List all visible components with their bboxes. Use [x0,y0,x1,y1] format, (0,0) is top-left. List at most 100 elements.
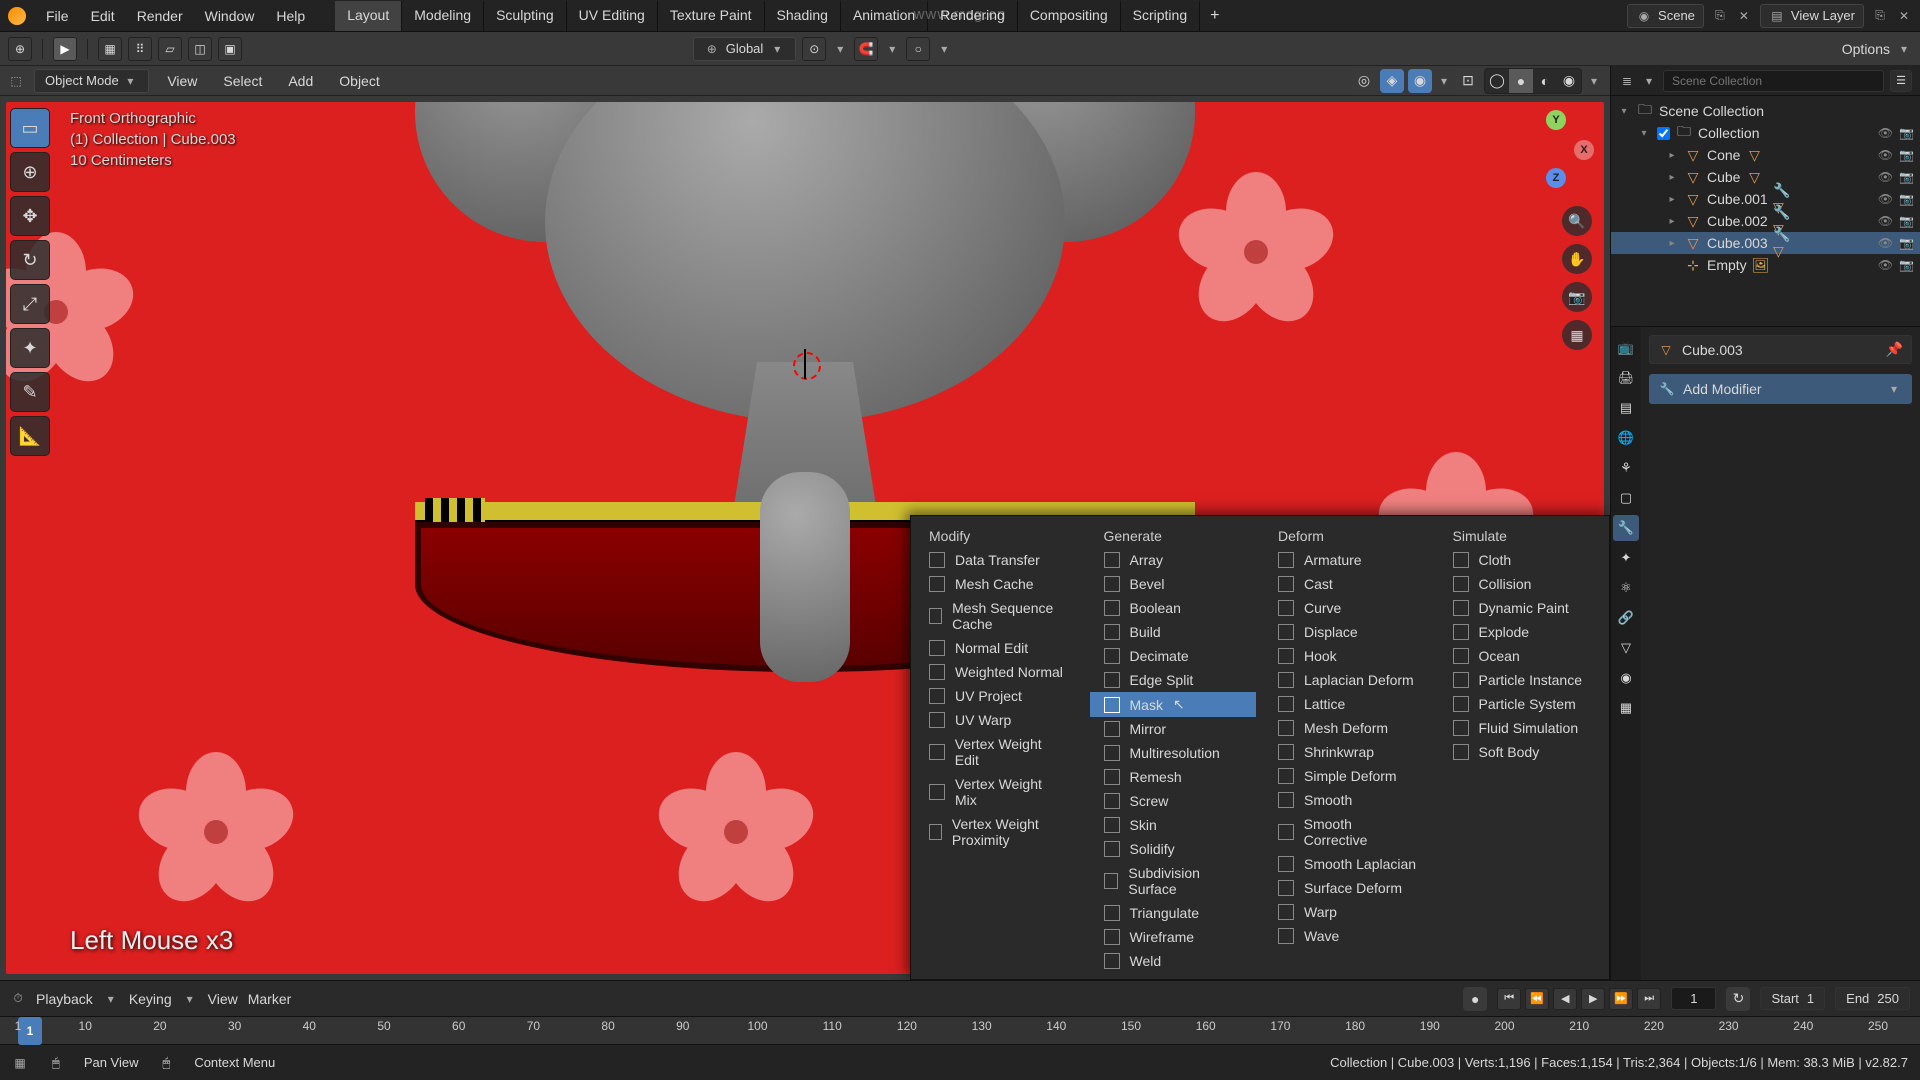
mod-remesh[interactable]: Remesh [1090,765,1257,789]
mod-dynamic-paint[interactable]: Dynamic Paint [1439,596,1606,620]
mod-particle-instance[interactable]: Particle Instance [1439,668,1606,692]
snap-edge-icon[interactable]: ▱ [158,37,182,61]
mod-collision[interactable]: Collision [1439,572,1606,596]
ptab-particles[interactable]: ✦ [1613,545,1639,571]
menu-render[interactable]: Render [127,2,193,30]
tl-marker[interactable]: Marker [248,991,292,1007]
zoom-icon[interactable]: 🔍 [1562,206,1592,236]
mod-triangulate[interactable]: Triangulate [1090,901,1257,925]
mod-wave[interactable]: Wave [1264,924,1431,948]
mod-smooth-corrective[interactable]: Smooth Corrective [1264,812,1431,852]
mod-normal-edit[interactable]: Normal Edit [915,636,1082,660]
tool-scale[interactable]: ⤢ [10,284,50,324]
mod-displace[interactable]: Displace [1264,620,1431,644]
current-frame-field[interactable]: 1 [1671,987,1716,1010]
snap-toggle-icon[interactable]: 🧲 [854,37,878,61]
pan-icon[interactable]: ✋ [1562,244,1592,274]
end-frame-field[interactable]: End250 [1835,987,1910,1010]
ptab-physics[interactable]: ⚛ [1613,575,1639,601]
prev-key-icon[interactable]: ⏪ [1525,988,1549,1010]
options-label[interactable]: Options [1842,41,1890,57]
outliner-scene-coll[interactable]: ▾🗀Scene Collection [1611,100,1920,122]
menu-edit[interactable]: Edit [81,2,125,30]
snap-face-icon[interactable]: ◫ [188,37,212,61]
mod-cast[interactable]: Cast [1264,572,1431,596]
delete-layer-icon[interactable]: ✕ [1896,8,1912,24]
mod-particle-system[interactable]: Particle System [1439,692,1606,716]
mod-explode[interactable]: Explode [1439,620,1606,644]
eye-icon[interactable]: 👁 [1878,148,1893,162]
tl-view[interactable]: View [208,991,238,1007]
outliner-item-cone[interactable]: ▸▽Cone▽👁📷 [1611,144,1920,166]
overlay-toggle-icon[interactable]: ◉ [1408,69,1432,93]
mod-uv-warp[interactable]: UV Warp [915,708,1082,732]
mod-mask[interactable]: Mask↖ [1090,692,1257,717]
mod-skin[interactable]: Skin [1090,813,1257,837]
tab-shading[interactable]: Shading [765,1,841,31]
tool-annotate[interactable]: ✎ [10,372,50,412]
selectability-icon[interactable]: ◎ [1352,69,1376,93]
snap-vertex-icon[interactable]: ⠿ [128,37,152,61]
jump-end-icon[interactable]: ⏭ [1637,988,1661,1010]
mode-selector[interactable]: Object Mode ▾ [34,69,149,93]
mod-ocean[interactable]: Ocean [1439,644,1606,668]
3d-viewport[interactable]: Front Orthographic (1) Collection | Cube… [0,96,1610,980]
mod-armature[interactable]: Armature [1264,548,1431,572]
rendered-icon[interactable]: ◉ [1557,69,1581,93]
tool-transform[interactable]: ✦ [10,328,50,368]
hdr-add[interactable]: Add [280,69,321,93]
scene-selector[interactable]: ◉Scene [1627,4,1704,28]
gizmo-toggle-icon[interactable]: ◈ [1380,69,1404,93]
render-icon[interactable]: 📷 [1899,148,1914,162]
mod-vweight-mix[interactable]: Vertex Weight Mix [915,772,1082,812]
mod-weighted-normal[interactable]: Weighted Normal [915,660,1082,684]
mod-fluid-sim[interactable]: Fluid Simulation [1439,716,1606,740]
object-name[interactable]: Cube.003 [1682,342,1743,358]
mod-smooth[interactable]: Smooth [1264,788,1431,812]
tab-scripting[interactable]: Scripting [1121,1,1200,31]
material-icon[interactable]: ◐ [1533,69,1557,93]
mod-solidify[interactable]: Solidify [1090,837,1257,861]
tab-modeling[interactable]: Modeling [402,1,484,31]
pin-icon[interactable]: 📌 [1886,341,1903,358]
jump-start-icon[interactable]: ⏮ [1497,988,1521,1010]
tl-keying[interactable]: Keying [129,991,172,1007]
ptab-material[interactable]: ◉ [1613,665,1639,691]
mod-boolean[interactable]: Boolean [1090,596,1257,620]
add-workspace-button[interactable]: + [1200,1,1229,31]
mod-data-transfer[interactable]: Data Transfer [915,548,1082,572]
outliner-search[interactable] [1663,70,1884,92]
viewlayer-selector[interactable]: ▤View Layer [1760,4,1864,28]
mod-wireframe[interactable]: Wireframe [1090,925,1257,949]
mod-multires[interactable]: Multiresolution [1090,741,1257,765]
timeline-ruler[interactable]: 1 11020304050607080901001101201301401501… [0,1016,1920,1044]
solid-icon[interactable]: ● [1509,69,1533,93]
transform-orientation[interactable]: ⊕Global▾ [693,37,797,61]
loop-icon[interactable]: ↻ [1726,987,1750,1011]
editor-type-icon[interactable]: ⬚ [8,73,24,89]
mod-mesh-seq-cache[interactable]: Mesh Sequence Cache [915,596,1082,636]
xray-toggle-icon[interactable]: ⊡ [1456,69,1480,93]
persp-icon[interactable]: ▦ [1562,320,1592,350]
tl-playback[interactable]: Playback [36,991,93,1007]
ptab-object[interactable]: ▢ [1613,485,1639,511]
gizmo-z[interactable]: Z [1546,168,1566,188]
tool-move[interactable]: ✥ [10,196,50,236]
mod-subsurf[interactable]: Subdivision Surface [1090,861,1257,901]
mod-vweight-edit[interactable]: Vertex Weight Edit [915,732,1082,772]
tool-cursor[interactable]: ⊕ [10,152,50,192]
mod-screw[interactable]: Screw [1090,789,1257,813]
auto-key-icon[interactable]: ● [1463,987,1487,1011]
timeline-type-icon[interactable]: ⏱ [10,991,26,1007]
tab-texture-paint[interactable]: Texture Paint [658,1,765,31]
new-scene-icon[interactable]: ⎘ [1712,8,1728,24]
ptab-constraints[interactable]: 🔗 [1613,605,1639,631]
mod-bevel[interactable]: Bevel [1090,572,1257,596]
wireframe-icon[interactable]: ◯ [1485,69,1509,93]
menu-help[interactable]: Help [266,2,315,30]
mod-smooth-laplacian[interactable]: Smooth Laplacian [1264,852,1431,876]
pivot-icon[interactable]: ⊙ [802,37,826,61]
tab-uv-editing[interactable]: UV Editing [567,1,658,31]
hdr-view[interactable]: View [159,69,205,93]
ptab-output[interactable]: 🖨 [1613,365,1639,391]
